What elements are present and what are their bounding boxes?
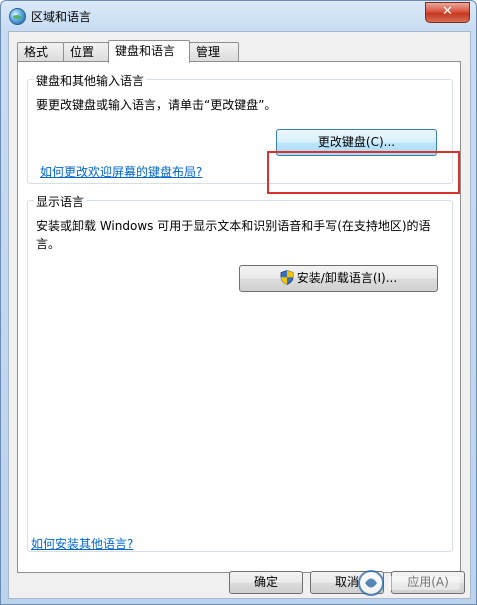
globe-icon <box>9 8 26 25</box>
dialog-window: 区域和语言 ✕ 格式 位置 键盘和语言 管理 键盘和其他输入语言 要更改键盘或输… <box>0 0 477 605</box>
keyboard-group-label: 键盘和其他输入语言 <box>34 72 147 89</box>
ok-button[interactable]: 确定 <box>229 571 303 594</box>
tab-panel: 键盘和其他输入语言 要更改键盘或输入语言，请单击“更改键盘”。 更改键盘(C).… <box>17 61 461 573</box>
display-language-group-label: 显示语言 <box>34 193 87 210</box>
display-language-group: 显示语言 <box>27 193 453 552</box>
close-button[interactable]: ✕ <box>425 2 470 23</box>
site-logo-watermark <box>358 570 460 596</box>
highlight-annotation <box>267 151 460 194</box>
tab-formats[interactable]: 格式 <box>17 42 64 61</box>
display-language-description-line2: 言。 <box>36 237 61 251</box>
uac-shield-icon <box>280 270 294 285</box>
welcome-screen-keyboard-link[interactable]: 如何更改欢迎屏幕的键盘布局? <box>40 163 202 180</box>
keyboard-description: 要更改键盘或输入语言，请单击“更改键盘”。 <box>36 98 277 112</box>
install-other-languages-link[interactable]: 如何安装其他语言? <box>31 535 133 552</box>
window-title: 区域和语言 <box>31 10 92 24</box>
display-language-description-line1: 安装或卸载 Windows 可用于显示文本和识别语音和手写(在支持地区)的语 <box>36 219 431 233</box>
install-uninstall-languages-button[interactable]: 安装/卸载语言(I)... <box>239 265 438 292</box>
dialog-client: 格式 位置 键盘和语言 管理 键盘和其他输入语言 要更改键盘或输入语言，请单击“… <box>8 31 471 599</box>
tab-location[interactable]: 位置 <box>63 42 109 61</box>
title-bar[interactable]: 区域和语言 ✕ <box>1 1 476 31</box>
tab-administrative[interactable]: 管理 <box>189 42 239 61</box>
tab-keyboards-languages[interactable]: 键盘和语言 <box>108 40 190 63</box>
install-uninstall-languages-label: 安装/卸载语言(I)... <box>296 271 398 285</box>
